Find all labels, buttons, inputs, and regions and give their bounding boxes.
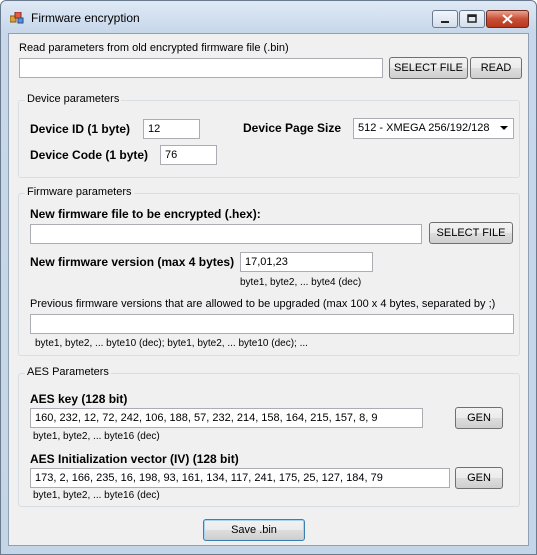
device-page-size-select[interactable]: 512 - XMEGA 256/192/128 bbox=[353, 118, 514, 139]
device-id-input[interactable]: 12 bbox=[143, 119, 200, 139]
device-code-input[interactable]: 76 bbox=[160, 145, 217, 165]
device-page-size-label: Device Page Size bbox=[243, 121, 342, 135]
old-file-input[interactable] bbox=[19, 58, 383, 78]
device-page-size-value: 512 - XMEGA 256/192/128 bbox=[358, 122, 490, 134]
aes-iv-gen-button[interactable]: GEN bbox=[455, 467, 503, 489]
aes-key-label: AES key (128 bit) bbox=[30, 392, 128, 406]
minimize-icon bbox=[441, 21, 449, 23]
previous-versions-input[interactable] bbox=[30, 314, 514, 334]
read-button[interactable]: READ bbox=[470, 57, 522, 79]
aes-parameters-title: AES Parameters bbox=[25, 366, 111, 378]
previous-versions-label: Previous firmware versions that are allo… bbox=[30, 298, 496, 310]
aes-iv-input[interactable]: 173, 2, 166, 235, 16, 198, 93, 161, 134,… bbox=[30, 468, 450, 488]
select-new-file-button[interactable]: SELECT FILE bbox=[429, 222, 513, 244]
new-firmware-file-label: New firmware file to be encrypted (.hex)… bbox=[30, 207, 261, 221]
aes-iv-hint: byte1, byte2, ... byte16 (dec) bbox=[33, 490, 160, 501]
chevron-down-icon bbox=[500, 126, 508, 130]
firmware-parameters-title: Firmware parameters bbox=[25, 186, 134, 198]
new-firmware-file-input[interactable] bbox=[30, 224, 422, 244]
new-firmware-version-hint: byte1, byte2, ... byte4 (dec) bbox=[240, 277, 362, 288]
previous-versions-hint: byte1, byte2, ... byte10 (dec); byte1, b… bbox=[35, 338, 308, 349]
window-title: Firmware encryption bbox=[31, 11, 140, 25]
new-firmware-version-label: New firmware version (max 4 bytes) bbox=[30, 255, 235, 269]
aes-parameters-group: AES Parameters AES key (128 bit) 160, 23… bbox=[18, 366, 520, 507]
close-button[interactable] bbox=[486, 10, 529, 28]
aes-key-hint: byte1, byte2, ... byte16 (dec) bbox=[33, 431, 160, 442]
device-parameters-group: Device parameters Device ID (1 byte) 12 … bbox=[18, 93, 520, 178]
aes-key-input[interactable]: 160, 232, 12, 72, 242, 106, 188, 57, 232… bbox=[30, 408, 423, 428]
maximize-button[interactable] bbox=[459, 10, 485, 28]
maximize-icon bbox=[467, 14, 477, 23]
device-parameters-title: Device parameters bbox=[25, 93, 122, 105]
minimize-button[interactable] bbox=[432, 10, 458, 28]
aes-iv-label: AES Initialization vector (IV) (128 bit) bbox=[30, 452, 239, 466]
select-old-file-button[interactable]: SELECT FILE bbox=[389, 57, 468, 79]
save-bin-button[interactable]: Save .bin bbox=[203, 519, 305, 541]
app-window: Firmware encryption Read parameters from… bbox=[0, 0, 537, 555]
device-id-label: Device ID (1 byte) bbox=[30, 122, 131, 136]
read-params-label: Read parameters from old encrypted firmw… bbox=[19, 42, 289, 54]
aes-key-gen-button[interactable]: GEN bbox=[455, 407, 503, 429]
client-area: Read parameters from old encrypted firmw… bbox=[8, 33, 529, 546]
title-bar[interactable]: Firmware encryption bbox=[1, 1, 536, 33]
firmware-parameters-group: Firmware parameters New firmware file to… bbox=[18, 186, 520, 356]
new-firmware-version-input[interactable]: 17,01,23 bbox=[240, 252, 373, 272]
device-code-label: Device Code (1 byte) bbox=[30, 148, 149, 162]
close-icon bbox=[502, 14, 513, 24]
app-icon bbox=[10, 12, 24, 24]
